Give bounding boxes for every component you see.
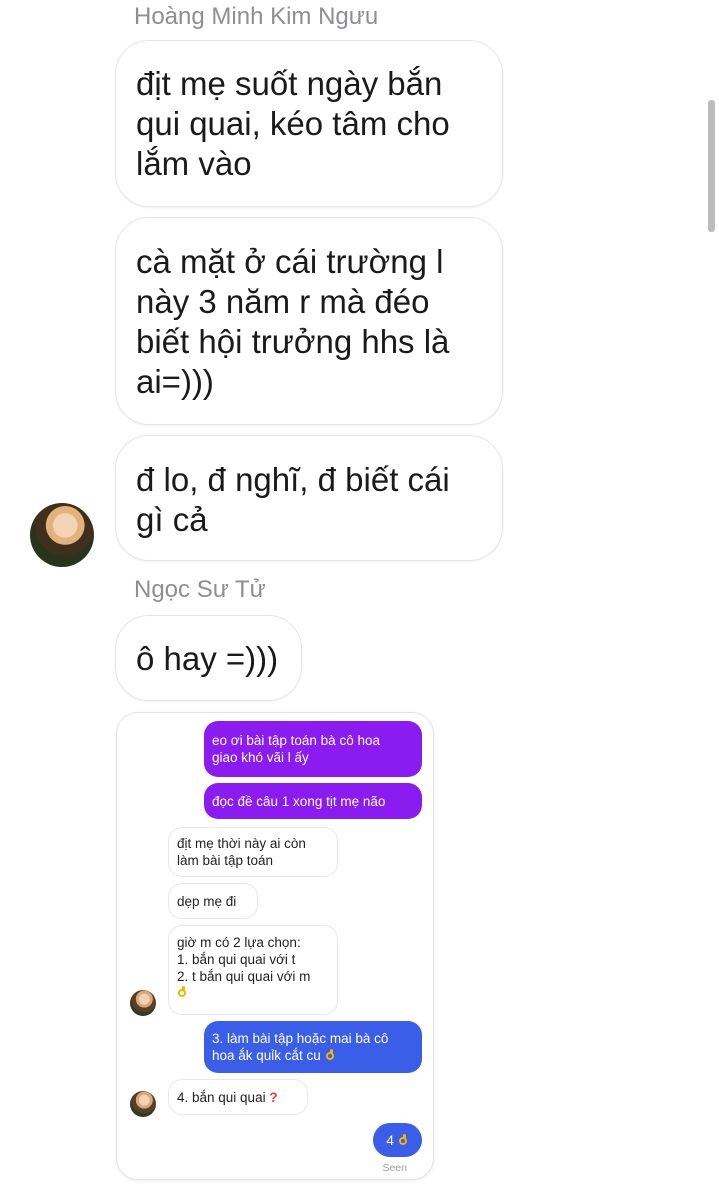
message-text: giờ m có 2 lựa chọn: 1. bắn qui quai với… [177, 935, 311, 984]
message-bubble: eo ơi bài tập toán bà cô hoa giao khó vã… [204, 721, 422, 777]
message-bubble: địt mẹ thời này ai còn làm bài tập toán [168, 827, 338, 877]
question-mark-icon: ? [269, 1089, 278, 1105]
message-text: đọc đề câu 1 xong tịt mẹ não [212, 793, 386, 809]
message-bubble[interactable]: đ lo, đ nghĩ, đ biết cái gì cả [115, 435, 503, 561]
message-text: 4. bắn qui quai [177, 1089, 266, 1105]
ok-hand-icon [398, 1133, 409, 1147]
message-bubble: 4 [373, 1123, 422, 1157]
message-bubble: đọc đề câu 1 xong tịt mẹ não [204, 783, 422, 819]
avatar [130, 990, 156, 1016]
ok-hand-icon [325, 1049, 336, 1062]
scrollbar[interactable] [708, 100, 715, 232]
message-bubble[interactable]: cà mặt ở cái trường l này 3 năm r mà đéo… [115, 217, 503, 425]
image-attachment[interactable]: eo ơi bài tập toán bà cô hoa giao khó vã… [116, 712, 434, 1180]
ok-hand-icon [177, 986, 188, 999]
avatar[interactable] [30, 503, 94, 567]
sender-name: Hoàng Minh Kim Ngưu [134, 3, 379, 30]
message-text: địt mẹ thời này ai còn làm bài tập toán [177, 836, 306, 868]
message-text: dẹp mẹ đi [177, 893, 237, 909]
message-text: 3. làm bài tập hoặc mai bà cô hoa ắk quỉ… [212, 1031, 389, 1063]
message-bubble: 3. làm bài tập hoặc mai bà cô hoa ắk quỉ… [204, 1021, 422, 1073]
sender-name: Ngọc Sư Tử [134, 576, 266, 603]
message-text: 4 [386, 1132, 394, 1148]
message-text: eo ơi bài tập toán bà cô hoa giao khó vã… [212, 733, 380, 765]
message-bubble[interactable]: địt mẹ suốt ngày bắn qui quai, kéo tâm c… [115, 40, 503, 207]
message-bubble[interactable]: ô hay =))) [115, 615, 302, 701]
seen-label: Seen [382, 1162, 407, 1174]
message-bubble: 4. bắn qui quai ? [168, 1079, 308, 1115]
message-bubble: giờ m có 2 lựa chọn: 1. bắn qui quai với… [168, 925, 338, 1015]
message-bubble: dẹp mẹ đi [168, 883, 258, 919]
avatar [130, 1091, 156, 1117]
